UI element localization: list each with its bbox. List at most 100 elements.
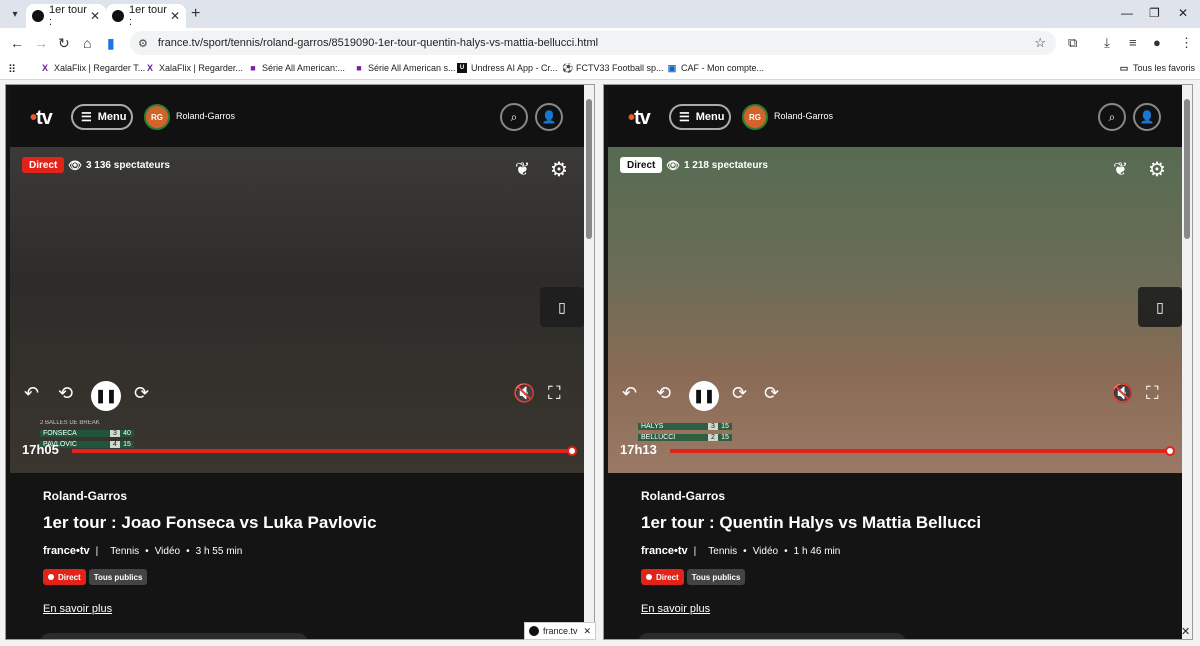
scrollbar-thumb[interactable] [586,99,592,239]
meta-sport[interactable]: Tennis [708,546,737,557]
francetv-logo[interactable]: •tv [30,107,53,130]
left-window: •tv ☰ Menu RG Roland-Garros ⌕ 👤 Direct 👁 3… [5,84,595,640]
all-bookmarks-folder[interactable]: ▭ Tous les favoris [1119,63,1195,73]
rewind-10-icon[interactable]: ⟲ [656,383,671,404]
account-button[interactable]: 👤 [535,103,563,131]
direct-pill-label: Direct [656,572,679,582]
viewer-count: 👁 1 218 spectateurs [666,159,768,172]
video-player[interactable]: Direct 👁 3 136 spectateurs ❦ ⚙ ▯ ↶ ⟲ ❚❚ ⟳… [10,147,584,473]
channel-brand[interactable]: france•tv [641,545,688,557]
francetv-logo[interactable]: •tv [628,107,651,130]
back-icon[interactable]: ← [10,35,24,51]
xalaflix-icon: X [146,63,153,73]
forward-10-icon[interactable]: ⟳ [732,383,747,404]
close-tab-icon[interactable]: ✕ [90,9,100,23]
bookmark-item[interactable]: U Undress AI App - Cr... [457,63,558,73]
home-icon[interactable]: ⌂ [83,35,91,51]
site-info-icon[interactable]: ⚙ [138,37,148,50]
scrollbar[interactable] [1182,85,1192,639]
more-menu-icon[interactable]: ⋮ [1180,35,1193,51]
media-control-icon[interactable]: ≡ [1129,35,1137,50]
settings-gear-icon[interactable]: ⚙ [1148,157,1166,182]
forward-icon[interactable]: → [34,35,48,51]
download-icon[interactable]: ⤓ [1104,35,1110,51]
badges: Direct Tous publics [43,569,150,585]
restart-icon[interactable]: ↶ [622,383,637,404]
reading-mode-icon[interactable]: ▮ [107,35,115,52]
bookmark-item[interactable]: ⚽ FCTV33 Football sp... [562,63,664,73]
mute-icon[interactable]: 🔇 [1111,383,1133,404]
francetv-watermark-icon: ❦ [515,159,531,179]
meta-bullet: • [743,545,747,557]
bookmark-label: XalaFlix | Regarder T... [54,63,146,73]
bookmark-item[interactable]: X XalaFlix | Regarder T... [40,63,145,73]
browser-tab-1[interactable]: 1er tour : ✕ [26,4,106,28]
minimize-icon[interactable]: — [1121,6,1133,20]
section-label[interactable]: Roland-Garros [774,111,833,121]
remote-control-icon[interactable]: ▯ [540,287,584,327]
roland-garros-logo-icon[interactable]: RG [144,104,170,130]
tab-search-chevron-icon[interactable]: ▾ [6,5,24,23]
mute-icon[interactable]: 🔇 [513,383,535,404]
menu-button[interactable]: ☰ Menu [71,104,133,130]
right-page: •tv ☰ Menu RG Roland-Garros ⌕ 👤 Direct 👁 1… [608,87,1182,639]
scrollbar-thumb[interactable] [1184,99,1190,239]
bookmark-star-icon[interactable]: ☆ [1034,35,1046,51]
profile-avatar-icon[interactable]: ● [1153,35,1161,50]
bookmark-item[interactable]: ▣ CAF - Mon compte... [667,63,764,73]
reload-icon[interactable]: ↻ [58,35,70,52]
bookmark-item[interactable]: ■ Série All American:... [248,63,345,73]
more-info-link[interactable]: En savoir plus [641,603,710,615]
meta-sport[interactable]: Tennis [110,546,139,557]
close-window-icon[interactable]: ✕ [1178,6,1188,20]
player-games: 2 [708,434,718,441]
notification-popup[interactable]: france.tv ✕ [524,622,596,640]
viewer-count: 👁 3 136 spectateurs [68,159,170,172]
roland-garros-logo-icon[interactable]: RG [742,104,768,130]
pause-button[interactable]: ❚❚ [689,381,719,411]
hamburger-icon: ☰ [679,110,690,124]
apps-grid-icon[interactable]: ⠿ [8,63,16,76]
fullscreen-icon[interactable]: ⛶ [548,383,561,404]
progress-knob[interactable] [1165,446,1175,456]
rewind-10-icon[interactable]: ⟲ [58,383,73,404]
score-row: HALYS 3 15 [638,421,738,432]
close-panel-icon[interactable]: ✕ [1181,625,1190,638]
close-tab-icon[interactable]: ✕ [170,9,180,23]
new-tab-button[interactable]: + [191,5,200,23]
restart-icon[interactable]: ↶ [24,383,39,404]
close-popup-icon[interactable]: ✕ [583,626,591,637]
scrollbar[interactable] [584,85,594,639]
program-category[interactable]: Roland-Garros [641,489,1161,503]
fullscreen-icon[interactable]: ⛶ [1146,383,1159,404]
football-icon: ⚽ [562,63,574,73]
program-title: 1er tour : Quentin Halys vs Mattia Bellu… [641,513,982,532]
video-player[interactable]: Direct 👁 1 218 spectateurs ❦ ⚙ ▯ ↶ ⟲ ❚❚ ⟳… [608,147,1182,473]
settings-gear-icon[interactable]: ⚙ [550,157,568,182]
more-info-link[interactable]: En savoir plus [43,603,112,615]
bookmark-item[interactable]: X XalaFlix | Regarder... [145,63,243,73]
badges: Direct Tous publics [641,569,748,585]
browser-tab-2[interactable]: 1er tour : ✕ [106,4,186,28]
restore-icon[interactable]: ❐ [1149,6,1160,20]
program-category[interactable]: Roland-Garros [43,489,563,503]
account-button[interactable]: 👤 [1133,103,1161,131]
bookmark-item[interactable]: ■ Série All American s... [354,63,455,73]
go-live-icon[interactable]: ⟳ [764,383,779,404]
menu-button[interactable]: ☰ Menu [669,104,731,130]
search-button[interactable]: ⌕ [1098,103,1126,131]
progress-bar[interactable] [670,446,1175,456]
site-header: •tv ☰ Menu RG Roland-Garros ⌕ 👤 [10,87,584,147]
extensions-icon[interactable]: ⧉ [1068,35,1077,51]
meta-bullet: • [186,545,190,557]
remote-control-icon[interactable]: ▯ [1138,287,1182,327]
channel-brand[interactable]: france•tv [43,545,90,557]
forward-10-icon[interactable]: ⟳ [134,383,149,404]
toolbar: ← → ↻ ⌂ ▮ ⚙ france.tv/sport/tennis/rolan… [0,28,1200,58]
section-label[interactable]: Roland-Garros [176,111,235,121]
search-button[interactable]: ⌕ [500,103,528,131]
progress-bar[interactable] [72,446,577,456]
progress-knob[interactable] [567,446,577,456]
address-bar[interactable]: ⚙ france.tv/sport/tennis/roland-garros/8… [130,31,1056,55]
pause-button[interactable]: ❚❚ [91,381,121,411]
